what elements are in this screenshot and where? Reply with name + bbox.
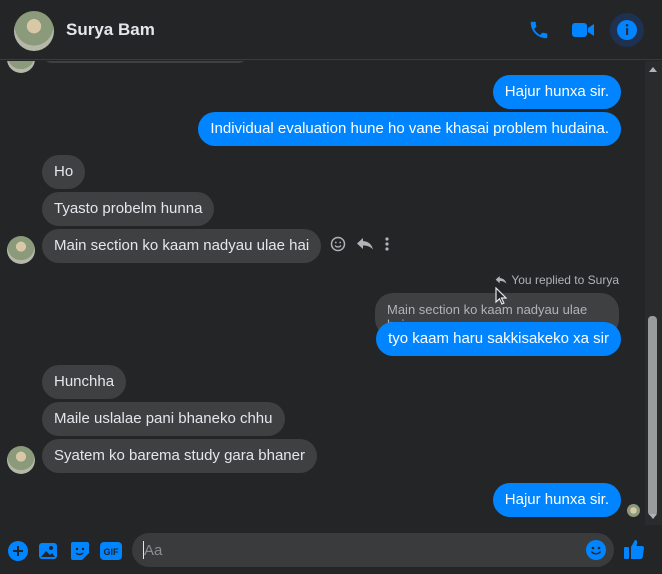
message-incoming[interactable]: Ho (42, 155, 86, 189)
previous-message-edge (42, 61, 248, 63)
message-outgoing[interactable]: Hajur hunxa sir. (492, 483, 621, 517)
message-list[interactable]: Hajur hunxa sir. Individual evaluation h… (0, 61, 645, 525)
message-incoming[interactable]: Syatem ko barema study gara bhaner (42, 439, 317, 473)
sender-avatar (7, 236, 35, 264)
sender-avatar (7, 61, 35, 73)
sticker-icon[interactable] (69, 540, 91, 562)
message-incoming[interactable]: Maile uslalae pani bhaneko chhu (42, 402, 285, 436)
emoji-icon[interactable] (586, 540, 606, 565)
more-options-icon[interactable] (384, 236, 390, 257)
plus-icon[interactable] (7, 540, 29, 562)
scroll-up-icon[interactable] (649, 67, 657, 72)
message-outgoing[interactable]: tyo kaam haru sakkisakeko xa sir (376, 322, 621, 356)
message-input-placeholder: Aa (144, 542, 163, 559)
contact-name[interactable]: Surya Bam (66, 20, 155, 40)
chat-scrollbar[interactable] (645, 61, 662, 525)
image-icon[interactable] (37, 540, 59, 562)
message-actions (330, 236, 390, 257)
video-camera-icon[interactable] (568, 15, 598, 45)
reply-icon[interactable] (356, 237, 374, 256)
conversation-header: Surya Bam (0, 0, 662, 60)
reply-indicator: You replied to Surya (495, 273, 619, 288)
scroll-down-icon[interactable] (649, 514, 657, 519)
gif-icon[interactable]: GIF (100, 540, 122, 562)
message-outgoing[interactable]: Hajur hunxa sir. (492, 75, 621, 109)
seen-avatar (627, 504, 640, 517)
info-icon[interactable] (610, 13, 644, 47)
message-incoming[interactable]: Tyasto probelm hunna (42, 192, 215, 226)
message-outgoing[interactable]: Individual evaluation hune ho vane khasa… (198, 112, 621, 146)
contact-avatar[interactable] (14, 11, 54, 51)
phone-icon[interactable] (524, 15, 554, 45)
thumbs-up-icon[interactable] (623, 538, 645, 560)
message-input[interactable]: Aa (132, 533, 614, 567)
svg-text:GIF: GIF (104, 547, 120, 557)
reply-indicator-text: You replied to Surya (511, 273, 619, 287)
message-incoming[interactable]: Hunchha (42, 365, 127, 399)
message-incoming[interactable]: Main section ko kaam nadyau ulae hai (42, 229, 322, 263)
reply-arrow-icon (495, 274, 507, 288)
composer-bar: GIF Aa (0, 525, 662, 574)
sender-avatar (7, 446, 35, 474)
scroll-thumb[interactable] (648, 316, 657, 516)
react-emoji-icon[interactable] (330, 236, 346, 257)
mouse-cursor-icon (495, 286, 508, 310)
